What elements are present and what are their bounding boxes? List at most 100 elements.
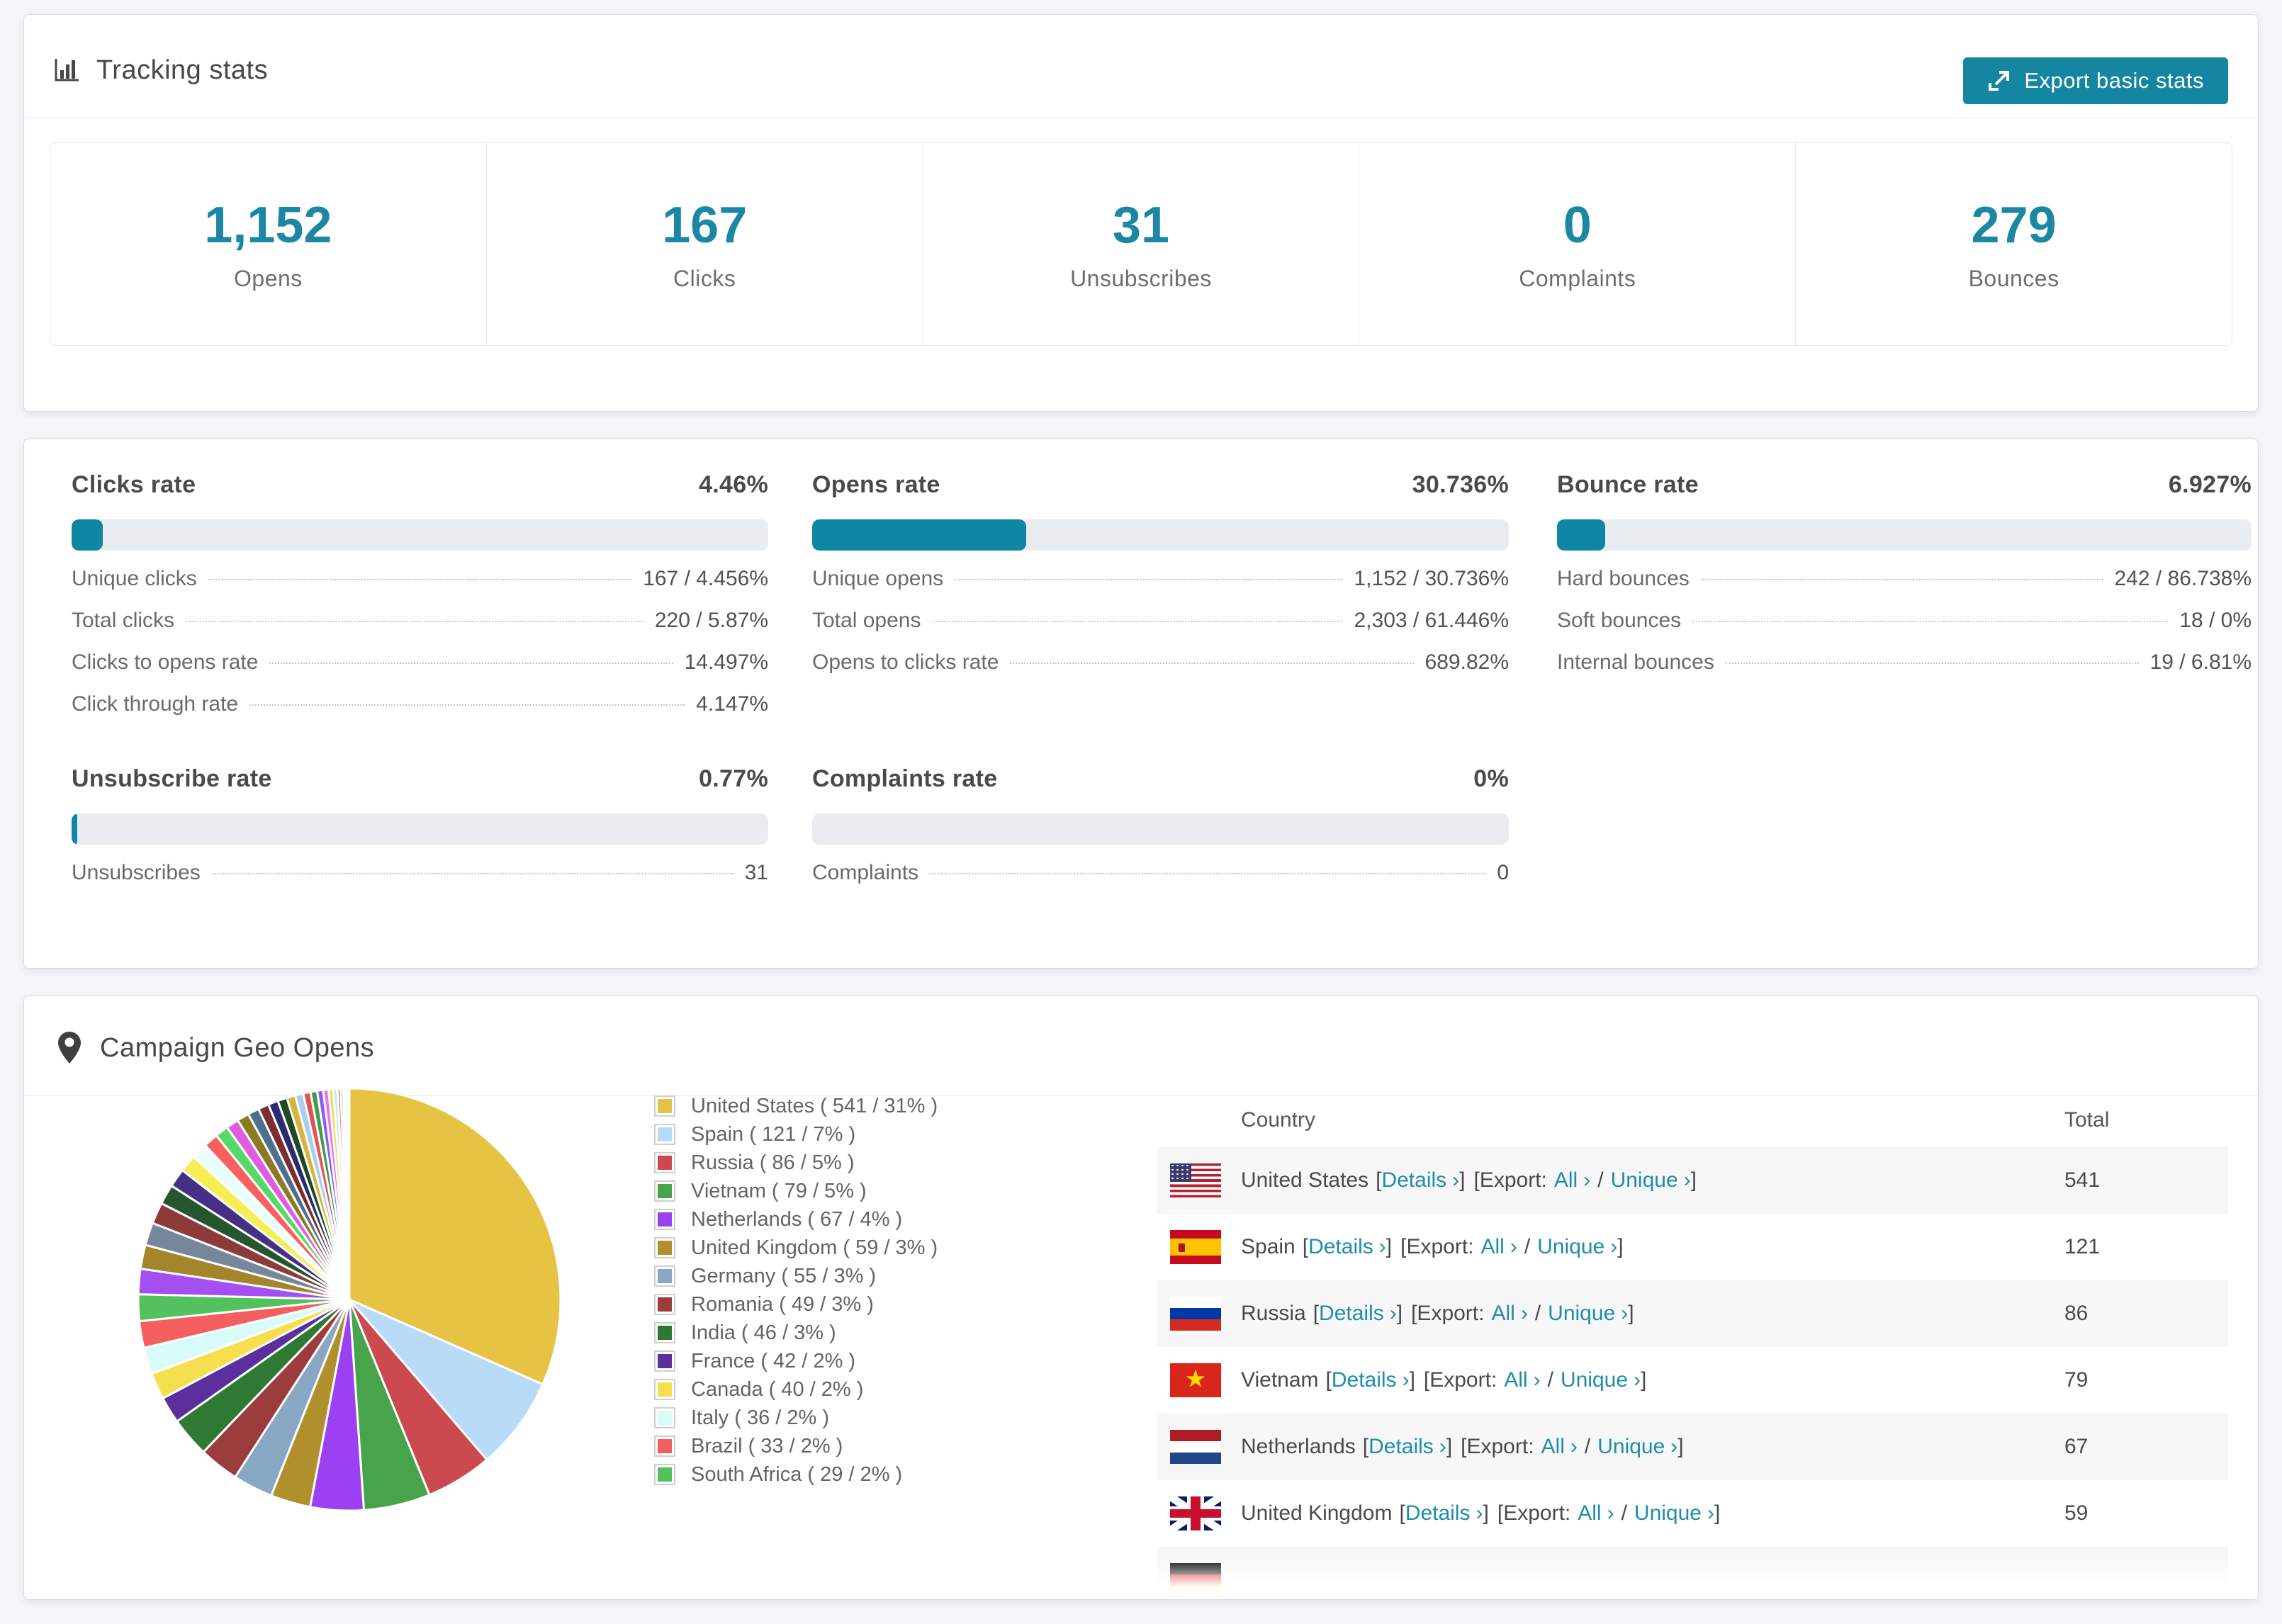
table-row: Spain [Details ›] [Export: All › / Unique ›] 1… [1157,1214,2228,1280]
total-value: 59 [2064,1501,2089,1525]
complaints-count: 0 [1563,197,1592,254]
legend-item[interactable]: Spain ( 121 / 7% ) [654,1120,938,1149]
rate-row: Unsubscribes 31 [72,861,768,884]
dashboard-page: Tracking stats Export basic stats 1,152 … [0,0,2282,1624]
de-flag-icon [1170,1563,1221,1597]
nl-flag-icon [1170,1430,1221,1464]
export-all-link[interactable]: All › [1554,1168,1590,1192]
total-value: 86 [2064,1302,2089,1325]
gb-flag-icon [1170,1496,1221,1530]
table-header: Country Total [1157,1103,2228,1147]
rates-card: Clicks rate 4.46% Unique clicks 167 / 4.4… [23,439,2259,969]
details-link[interactable]: Details › [1405,1501,1483,1526]
legend-item[interactable]: Italy ( 36 / 2% ) [654,1404,938,1432]
export-all-link[interactable]: All › [1481,1235,1517,1259]
rate-row: Soft bounces 18 / 0% [1557,609,2252,632]
legend-swatch [654,1436,675,1457]
pie-slice-other[interactable] [347,1087,351,1301]
legend-item[interactable]: United States ( 541 / 31% ) [654,1092,938,1120]
geo-pie-chart[interactable] [135,1086,563,1513]
legend-swatch [654,1152,675,1173]
rate-row: Click through rate 4.147% [72,692,768,716]
details-link[interactable]: Details › [1381,1168,1459,1192]
legend-swatch [654,1209,675,1230]
summary-tile-opens: 1,152 Opens [50,143,486,345]
vn-flag-icon [1170,1363,1221,1397]
export-unique-link[interactable]: Unique › [1548,1302,1628,1326]
legend-item[interactable]: United Kingdom ( 59 / 3% ) [654,1234,938,1262]
legend-item[interactable]: Vietnam ( 79 / 5% ) [654,1177,938,1205]
unsubscribe-rate-block: Unsubscribe rate 0.77% Unsubscribes 31 [72,765,768,903]
unsubscribes-label: Unsubscribes [1070,266,1212,291]
legend-swatch [654,1322,675,1343]
legend-item[interactable]: Romania ( 49 / 3% ) [654,1290,938,1319]
export-all-link[interactable]: All › [1578,1501,1614,1526]
export-unique-link[interactable]: Unique › [1597,1435,1677,1459]
country-name: United States [1241,1168,1369,1192]
export-unique-link[interactable]: Unique › [1561,1368,1641,1392]
clicks-count: 167 [662,197,748,254]
legend-item[interactable]: Canada ( 40 / 2% ) [654,1375,938,1404]
export-basic-stats-button[interactable]: Export basic stats [1963,57,2228,104]
tracking-stats-card: Tracking stats Export basic stats 1,152 … [23,14,2259,412]
card-title: Campaign Geo Opens [100,1032,375,1063]
bounce-rate-progressbar [1557,519,2252,551]
rate-value: 0% [1473,765,1509,792]
legend-item[interactable]: Brazil ( 33 / 2% ) [654,1432,938,1460]
rate-value: 4.46% [699,471,768,498]
geo-table: Country Total United States [Details ›] [… [1157,1103,2228,1599]
card-title: Tracking stats [96,55,269,85]
legend-item[interactable]: Germany ( 55 / 3% ) [654,1262,938,1290]
export-unique-link[interactable]: Unique › [1537,1235,1617,1259]
tracking-stats-header: Tracking stats [51,55,268,86]
legend-swatch [654,1350,675,1372]
export-unique-link[interactable]: Unique › [1634,1501,1714,1526]
summary-tile-unsubscribes: 31 Unsubscribes [922,143,1359,345]
legend-item[interactable]: South Africa ( 29 / 2% ) [654,1460,938,1489]
legend-item[interactable]: Netherlands ( 67 / 4% ) [654,1205,938,1234]
bar-chart-icon [55,59,79,81]
summary-tile-clicks: 167 Clicks [485,143,923,345]
legend-swatch [654,1407,675,1428]
unsubscribe-rate-progressbar [72,813,768,845]
legend-item[interactable]: Russia ( 86 / 5% ) [654,1149,938,1177]
clicks-label: Clicks [673,266,736,291]
rate-row: Clicks to opens rate 14.497% [72,650,768,674]
bounces-label: Bounces [1968,266,2059,291]
export-all-link[interactable]: All › [1491,1302,1527,1326]
complaints-rate-block: Complaints rate 0% Complaints 0 [812,765,1509,903]
details-link[interactable]: Details › [1368,1435,1446,1459]
table-row: Netherlands [Details ›] [Export: All › / Uniq… [1157,1414,2228,1480]
table-row-partial [1157,1547,2228,1599]
rate-title: Bounce rate [1557,471,1699,498]
total-value: 541 [2064,1168,2101,1192]
table-row: United Kingdom [Details ›] [Export: All › / U… [1157,1480,2228,1547]
complaints-rate-progressbar [812,813,1509,845]
es-flag-icon [1170,1230,1221,1264]
details-link[interactable]: Details › [1308,1235,1386,1259]
rate-value: 6.927% [2168,471,2252,498]
legend-swatch [654,1237,675,1258]
export-all-link[interactable]: All › [1504,1368,1540,1392]
legend-swatch [654,1464,675,1485]
export-button-label: Export basic stats [2024,68,2204,93]
rate-row: Unique opens 1,152 / 30.736% [812,567,1509,590]
legend-item[interactable]: France ( 42 / 2% ) [654,1347,938,1375]
rate-row: Unique clicks 167 / 4.456% [72,567,768,590]
rate-title: Opens rate [812,471,940,498]
legend-item[interactable]: India ( 46 / 3% ) [654,1319,938,1347]
details-link[interactable]: Details › [1319,1302,1397,1326]
rate-title: Unsubscribe rate [72,765,272,792]
geo-header: Campaign Geo Opens [56,1030,374,1066]
opens-count: 1,152 [204,197,332,254]
unsubscribes-count: 31 [1112,197,1170,254]
country-name: Russia [1241,1302,1306,1325]
bounces-count: 279 [1971,197,2057,254]
bounce-rate-block: Bounce rate 6.927% Hard bounces 242 / 86.… [1557,471,2252,692]
country-column-header: Country [1241,1108,1316,1132]
details-link[interactable]: Details › [1332,1368,1410,1392]
total-value: 79 [2064,1368,2089,1392]
opens-label: Opens [234,266,303,291]
export-all-link[interactable]: All › [1541,1435,1578,1459]
export-unique-link[interactable]: Unique › [1611,1168,1691,1192]
